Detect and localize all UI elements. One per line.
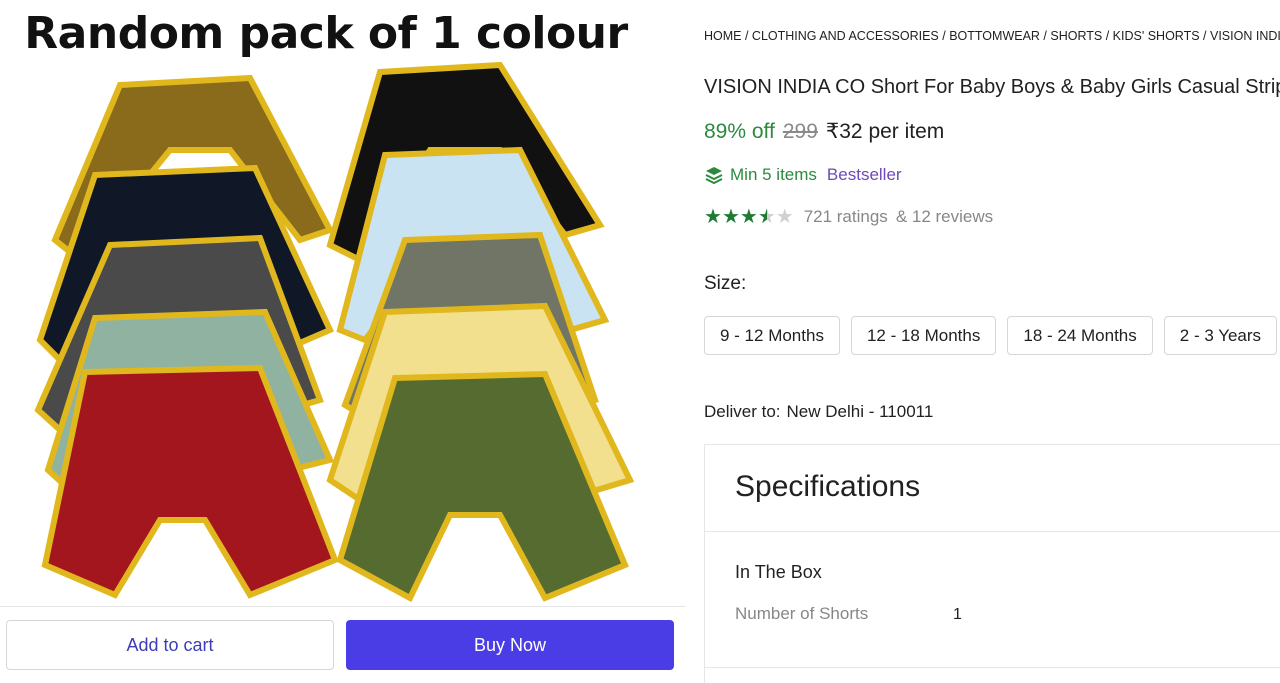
star-empty-icon: ★	[775, 206, 794, 228]
action-bar: Add to cart Buy Now	[0, 606, 686, 683]
price-row: 89% off 299 ₹32 per item	[704, 119, 944, 144]
divider	[705, 531, 1280, 532]
spec-section-title: In The Box	[735, 562, 822, 582]
image-caption: Random pack of 1 colour	[24, 8, 628, 59]
ratings-count: 721 ratings	[803, 207, 888, 226]
breadcrumb: HOME / CLOTHING AND ACCESSORIES / BOTTOM…	[704, 29, 1280, 43]
star-full-icon: ★	[739, 206, 758, 228]
spec-key: Number of Shorts	[735, 604, 869, 623]
selling-price: ₹32 per item	[825, 120, 945, 143]
layers-icon	[705, 167, 723, 185]
discount-text: 89% off	[704, 120, 775, 143]
star-full-icon: ★	[704, 206, 722, 228]
breadcrumb-item[interactable]: BOTTOMWEAR	[949, 29, 1040, 43]
product-gallery: Random pack of 1 colour Add to cart Buy …	[0, 0, 686, 683]
specifications-title: Specifications	[735, 470, 921, 503]
size-option[interactable]: 12 - 18 Months	[850, 316, 997, 355]
size-option[interactable]: 2 - 3 Years	[1163, 316, 1278, 355]
product-details: HOME / CLOTHING AND ACCESSORIES / BOTTOM…	[686, 0, 1280, 683]
delivery-location: New Delhi - 110011	[786, 402, 934, 421]
star-rating: ★ ★ ★ ★ ★	[704, 207, 794, 227]
rating-row[interactable]: ★ ★ ★ ★ ★ 721 ratings & 12 reviews	[704, 207, 993, 227]
size-options: 9 - 12 Months 12 - 18 Months 18 - 24 Mon…	[704, 316, 1278, 355]
min-items-tag: Min 5 items	[730, 165, 817, 184]
delivery-row[interactable]: Deliver to: New Delhi - 110011	[704, 402, 933, 422]
add-to-cart-button[interactable]: Add to cart	[6, 620, 334, 670]
breadcrumb-item[interactable]: SHORTS	[1050, 29, 1102, 43]
divider	[705, 667, 1280, 668]
mrp-text: 299	[782, 120, 818, 143]
product-title: VISION INDIA CO Short For Baby Boys & Ba…	[704, 76, 1280, 98]
star-full-icon: ★	[721, 206, 740, 228]
spec-value: 1	[953, 606, 962, 623]
breadcrumb-item[interactable]: HOME	[704, 29, 742, 43]
deliver-label: Deliver to:	[704, 402, 781, 421]
shorts-product-image	[34, 61, 635, 603]
breadcrumb-item[interactable]: CLOTHING AND ACCESSORIES	[752, 29, 939, 43]
size-option[interactable]: 18 - 24 Months	[1007, 316, 1153, 355]
bestseller-badge: Bestseller	[826, 165, 902, 184]
buy-now-button[interactable]: Buy Now	[346, 620, 674, 670]
reviews-count: & 12 reviews	[895, 207, 994, 226]
breadcrumb-item[interactable]: VISION INDIA CO	[1210, 29, 1280, 43]
breadcrumb-item[interactable]: KIDS' SHORTS	[1113, 29, 1200, 43]
product-image[interactable]: Random pack of 1 colour	[0, 0, 686, 606]
size-option[interactable]: 9 - 12 Months	[704, 316, 840, 355]
star-half-icon: ★	[757, 206, 776, 228]
tag-row: Min 5 items Bestseller	[704, 165, 902, 185]
size-label: Size:	[704, 273, 747, 294]
specifications-panel: Specifications In The Box Number of Shor…	[704, 444, 1280, 683]
